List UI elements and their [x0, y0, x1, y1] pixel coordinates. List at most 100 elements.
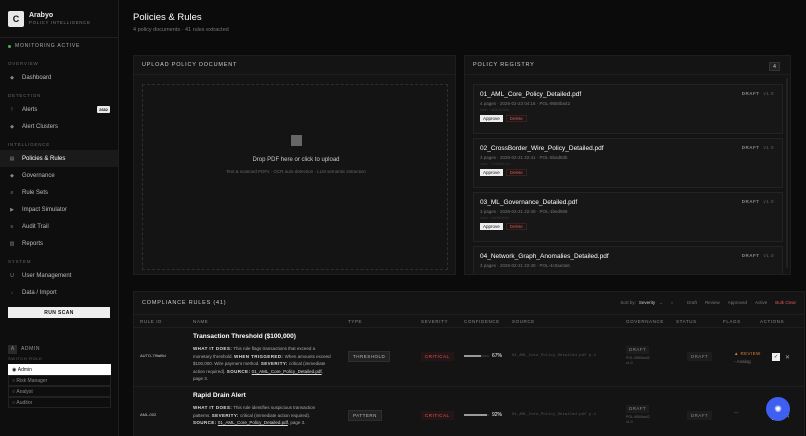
sidebar-item-dashboard[interactable]: ◆ Dashboard — [0, 69, 118, 86]
version-text: v1.0 — [763, 253, 774, 258]
filter-approved[interactable]: Approved — [728, 300, 747, 305]
role-option-risk-manager[interactable]: ○ Risk Manager — [8, 375, 111, 386]
sidebar-item-audit-trail[interactable]: ≡ Audit Trail — [0, 218, 118, 235]
policy-hash: hash · 4e0c1b2f9a — [480, 108, 509, 112]
chevron-down-icon[interactable]: ⌄ — [659, 300, 663, 306]
filter-review[interactable]: Review — [705, 300, 720, 305]
flag-text: — — [734, 410, 739, 415]
assistant-fab-icon[interactable]: ✺ — [766, 397, 790, 421]
col-severity[interactable]: SEVERITY — [421, 319, 448, 324]
bulk-clear-button[interactable]: Bulk Clear — [775, 300, 796, 305]
policy-name: 01_AML_Core_Policy_Detailed.pdf — [480, 91, 582, 98]
sidebar-item-user-management[interactable]: U User Management — [0, 267, 118, 284]
desc-label: WHAT IT DOES: — [193, 346, 233, 351]
import-icon: ↓ — [10, 289, 14, 296]
col-status[interactable]: STATUS — [676, 319, 697, 324]
role-option-admin[interactable]: ◉ Admin — [8, 364, 111, 375]
governance-cell: DRAFT POL-9550ba42 v1.0 — [626, 346, 650, 367]
sort-select[interactable]: Severity — [639, 300, 655, 305]
sidebar-item-reports[interactable]: ▥ Reports — [0, 235, 118, 252]
registry-count-button[interactable]: 4 — [769, 62, 780, 71]
sort-label: Sort by: — [620, 300, 636, 305]
switch-role-label: SWITCH ROLE — [8, 356, 43, 361]
rule-description: WHAT IT DOES: This rule flags transactio… — [193, 345, 333, 383]
col-type[interactable]: TYPE — [348, 319, 362, 324]
policy-meta: 3 pages · 2026-02-21 22:40 · POL-1bed968 — [480, 209, 568, 214]
sidebar-item-alert-clusters[interactable]: ◆ Alert Clusters — [0, 118, 118, 135]
delete-button[interactable]: Delete — [505, 169, 527, 176]
delete-button[interactable]: Delete — [505, 223, 527, 230]
status-dot-icon — [8, 44, 11, 48]
filter-draft[interactable]: Draft — [687, 300, 697, 305]
avatar: A — [8, 344, 17, 354]
rule-name: Transaction Threshold ($100,000) — [193, 333, 296, 340]
table-row[interactable]: AML-002 Rapid Drain Alert WHAT IT DOES: … — [134, 388, 804, 436]
flag-none: — — [734, 410, 739, 415]
col-source[interactable]: SOURCE — [512, 319, 535, 324]
policy-name: 03_ML_Governance_Detailed.pdf — [480, 199, 578, 206]
approve-button[interactable]: Approve — [480, 223, 503, 230]
filter-active[interactable]: Active — [755, 300, 767, 305]
col-flags[interactable]: FLAGS — [723, 319, 741, 324]
pdf-dropzone[interactable]: Drop PDF here or click to upload Text & … — [142, 84, 448, 270]
run-scan-button[interactable]: RUN SCAN — [8, 307, 110, 318]
status-text: DRAFT — [741, 253, 760, 258]
monitoring-status: MONITORING ACTIVE — [0, 38, 118, 54]
policy-card[interactable]: 02_CrossBorder_Wire_Policy_Detailed.pdf … — [473, 138, 783, 188]
rule-type-badge: PATTERN — [348, 410, 382, 421]
desc-label: WHAT IT DOES: — [193, 405, 233, 410]
col-confidence[interactable]: CONFIDENCE — [464, 319, 500, 324]
brand-logo: C — [8, 10, 24, 27]
approve-check-icon[interactable]: ✓ — [772, 353, 780, 361]
sidebar-item-impact-simulator[interactable]: ▶ Impact Simulator — [0, 201, 118, 218]
role-option-analyst[interactable]: ○ Analyst — [8, 386, 111, 397]
col-governance[interactable]: GOVERNANCE — [626, 319, 664, 324]
sidebar-item-policies-rules[interactable]: ▤ Policies & Rules — [0, 150, 118, 167]
brand-subtitle: POLICY INTELLIGENCE — [29, 20, 91, 25]
version-text: v1.0 — [763, 91, 774, 96]
policy-registry-panel: POLICY REGISTRY 4 01_AML_Core_Policy_Det… — [464, 55, 791, 275]
sidebar-item-label: Policies & Rules — [22, 155, 66, 162]
policy-card[interactable]: 01_AML_Core_Policy_Detailed.pdf 4 pages … — [473, 84, 783, 134]
confidence-meter: 92% — [464, 412, 502, 418]
dropzone-title: Drop PDF here or click to upload — [252, 157, 340, 163]
rule-description: WHAT IT DOES: This rule identifies suspi… — [193, 404, 333, 427]
role-option-auditor[interactable]: ○ Auditor — [8, 397, 111, 408]
source-link[interactable]: 01_AML_Core_Policy_Detailed.pdf — [218, 420, 288, 425]
dropzone-subtitle: Text & scanned PDFs · OCR auto-detection… — [226, 169, 366, 174]
brand[interactable]: C Arabyo POLICY INTELLIGENCE — [0, 0, 118, 38]
sort-direction-icon[interactable]: ↓ — [671, 300, 673, 305]
rule-type-badge: THRESHOLD — [348, 351, 391, 362]
sidebar-item-data-import[interactable]: ↓ Data / Import — [0, 284, 118, 301]
reject-close-icon[interactable]: ✕ — [785, 354, 790, 361]
approve-button[interactable]: Approve — [480, 169, 503, 176]
registry-scrollbar[interactable] — [786, 78, 788, 268]
policy-meta: 4 pages · 2026-02-23 04:15 · POL-9550ba4… — [480, 101, 571, 106]
sidebar-item-alerts[interactable]: ! Alerts 2682 — [0, 101, 118, 118]
governance-id: POL-9550ba42 — [626, 355, 650, 360]
sidebar-item-governance[interactable]: ◆ Governance — [0, 167, 118, 184]
desc-label: SEVERITY: — [260, 361, 288, 366]
approve-button[interactable]: Approve — [480, 115, 503, 122]
delete-button[interactable]: Delete — [505, 115, 527, 122]
policy-name: 02_CrossBorder_Wire_Policy_Detailed.pdf — [480, 145, 604, 152]
brand-name: Arabyo — [29, 12, 54, 19]
sidebar-item-label: Governance — [22, 172, 55, 179]
sidebar-item-rule-sets[interactable]: ≡ Rule Sets — [0, 184, 118, 201]
governance-icon: ◆ — [10, 172, 14, 179]
flag-review[interactable]: ▲ REVIEW ◦ Analog — [734, 351, 761, 364]
policy-hash: hash · c0a9f61b2e — [480, 216, 509, 220]
policy-card[interactable]: 04_Network_Graph_Anomalies_Detailed.pdf … — [473, 246, 783, 274]
monitoring-label: MONITORING ACTIVE — [15, 43, 81, 49]
user-icon: U — [10, 272, 14, 279]
admin-label: ADMIN — [21, 346, 41, 352]
policy-card[interactable]: 03_ML_Governance_Detailed.pdf 3 pages · … — [473, 192, 783, 242]
source-link[interactable]: 01_AML_Core_Policy_Detailed.pdf — [252, 369, 322, 374]
version-text: v1.0 — [763, 145, 774, 150]
col-actions[interactable]: ACTIONS — [760, 319, 784, 324]
col-name[interactable]: NAME — [193, 319, 208, 324]
upload-panel-header: UPLOAD POLICY DOCUMENT — [134, 56, 455, 75]
rule-source: 01_AML_Core_Policy_Detailed.pdf p.1 — [512, 354, 597, 358]
table-row[interactable]: AUTO-7f9af6d Transaction Threshold ($100… — [134, 329, 804, 387]
col-rule-id[interactable]: RULE ID — [140, 319, 162, 324]
